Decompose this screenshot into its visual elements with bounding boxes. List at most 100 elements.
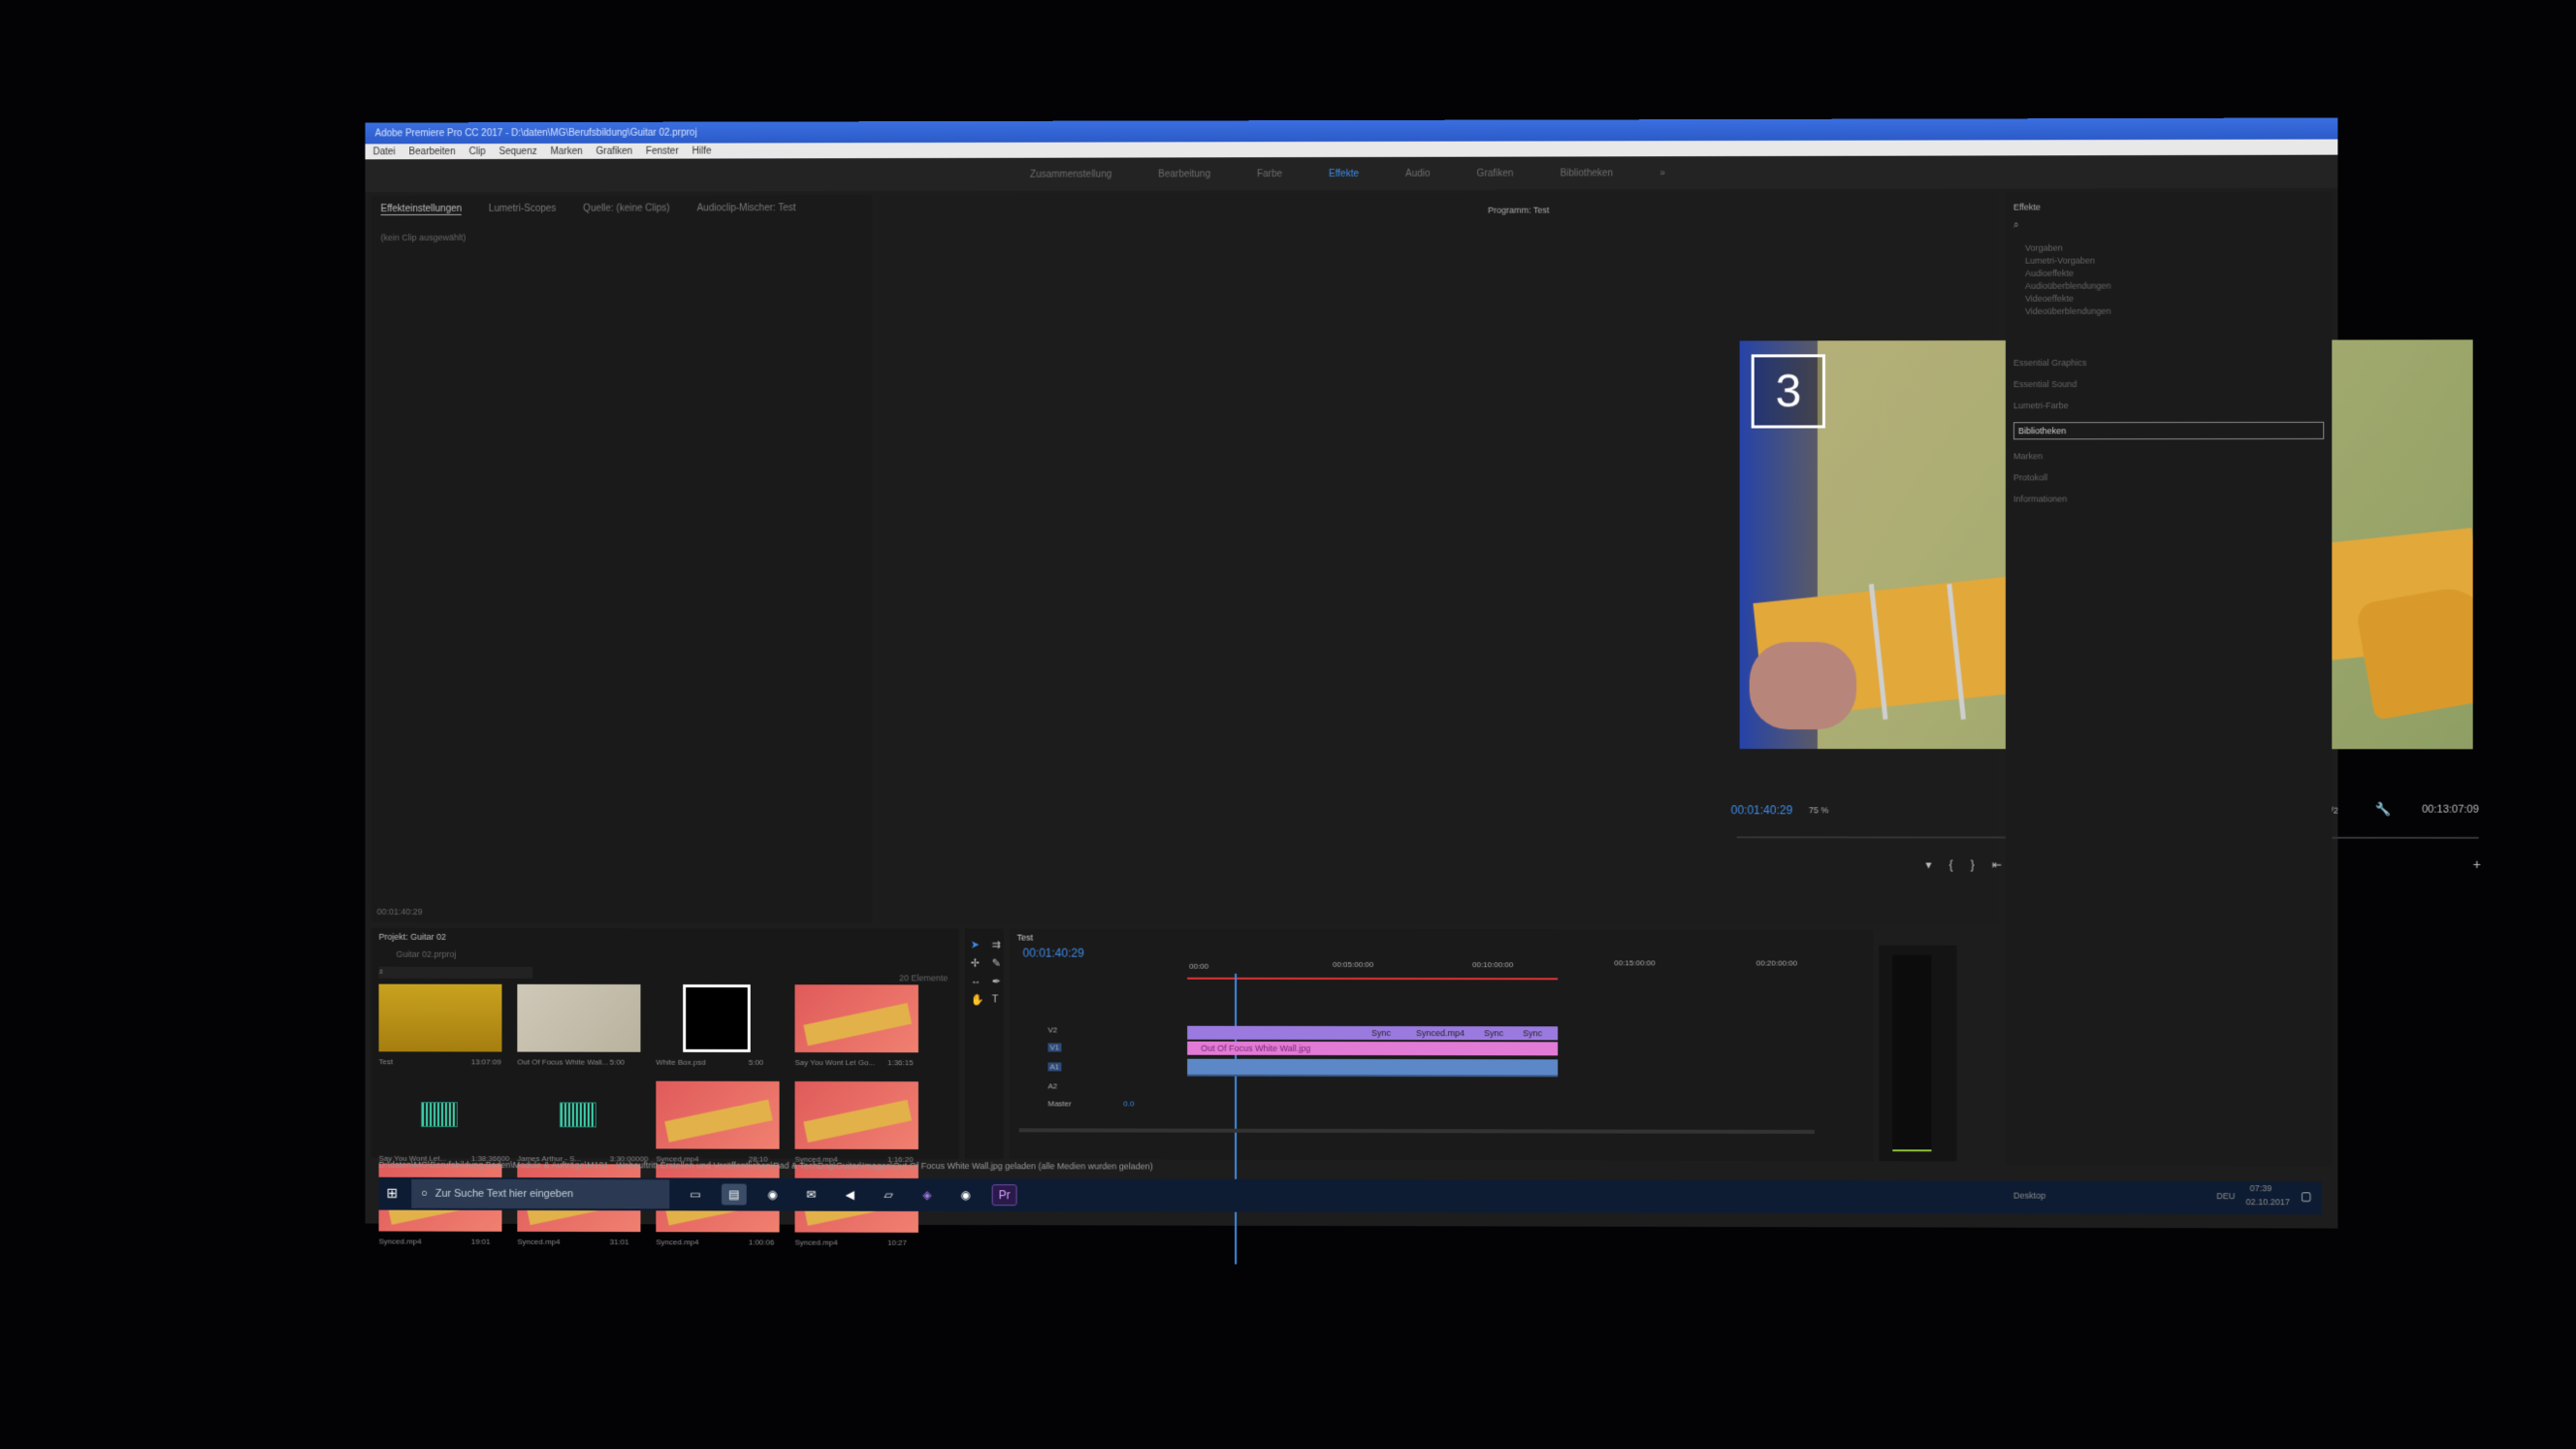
zoom-select[interactable]: 75 % bbox=[1809, 805, 1829, 815]
project-item-thumbnail[interactable] bbox=[656, 1081, 779, 1149]
project-item-thumbnail[interactable] bbox=[379, 984, 502, 1052]
workspace-zusammenstellung[interactable]: Zusammenstellung bbox=[1030, 169, 1111, 179]
media-icon[interactable]: ◀ bbox=[837, 1184, 862, 1206]
workspace-effekte[interactable]: Effekte bbox=[1329, 168, 1359, 178]
menu-sequenz[interactable]: Sequenz bbox=[499, 145, 536, 156]
timeline-clip-v1[interactable]: Out Of Focus White Wall.jpg bbox=[1187, 1042, 1558, 1056]
timeline-tab[interactable]: Test bbox=[1017, 933, 1033, 943]
menu-marken[interactable]: Marken bbox=[551, 145, 583, 156]
project-item-name: Synced.mp4 bbox=[379, 1237, 422, 1245]
chrome-2-icon[interactable]: ◉ bbox=[953, 1184, 979, 1206]
source-timecode: 00:01:40:29 bbox=[377, 907, 423, 917]
timeline-playhead[interactable] bbox=[1235, 974, 1237, 1265]
section-lumetri-farbe[interactable]: Lumetri-Farbe bbox=[2013, 401, 2324, 410]
search-placeholder: Zur Suche Text hier eingeben bbox=[435, 1188, 573, 1200]
tab-effekteinstellungen[interactable]: Effekteinstellungen bbox=[381, 204, 463, 215]
project-item-thumbnail[interactable] bbox=[683, 984, 751, 1052]
tree-item-audioueberblendungen[interactable]: Audioüberblendungen bbox=[2025, 281, 2111, 291]
timeline-timecode[interactable]: 00:01:40:29 bbox=[1023, 947, 1084, 960]
project-item-thumbnail[interactable] bbox=[517, 984, 640, 1052]
workspace-farbe[interactable]: Farbe bbox=[1257, 169, 1282, 179]
notification-icon[interactable]: ▢ bbox=[2301, 1189, 2311, 1203]
section-protokoll[interactable]: Protokoll bbox=[2013, 472, 2324, 482]
taskbar-time[interactable]: 07:39 bbox=[2250, 1183, 2272, 1193]
wrench-icon[interactable]: 🔧 bbox=[2375, 802, 2391, 818]
menu-bearbeiten[interactable]: Bearbeiten bbox=[409, 146, 456, 157]
menu-fenster[interactable]: Fenster bbox=[646, 145, 679, 156]
project-item-thumbnail[interactable] bbox=[795, 1081, 918, 1149]
project-search-input[interactable]: ⌕ bbox=[379, 967, 533, 979]
premiere-window: Adobe Premiere Pro CC 2017 - D:\daten\MG… bbox=[366, 117, 2338, 1228]
search-icon[interactable]: ⌕ bbox=[2013, 220, 2019, 231]
timeline-scrollbar[interactable] bbox=[1019, 1128, 1815, 1134]
tools-panel: ➤ ⇉ ✢ ✎ ↔ ✒ ✋ T bbox=[965, 929, 1004, 1160]
taskbar-desktop[interactable]: Desktop bbox=[2013, 1191, 2045, 1201]
project-item-thumbnail[interactable] bbox=[517, 1080, 640, 1148]
text-tool-icon[interactable]: T bbox=[992, 993, 1008, 1006]
guitar-headstock bbox=[2355, 583, 2473, 720]
program-timecode[interactable]: 00:01:40:29 bbox=[1731, 803, 1793, 817]
mail-icon[interactable]: ✉ bbox=[798, 1184, 823, 1206]
windows-start-icon[interactable]: ⊞ bbox=[386, 1185, 398, 1202]
menu-datei[interactable]: Datei bbox=[373, 146, 396, 157]
go-to-in-icon[interactable]: ⇤ bbox=[1992, 858, 2002, 872]
tab-quelle[interactable]: Quelle: (keine Clips) bbox=[583, 203, 669, 214]
visual-studio-icon[interactable]: ◈ bbox=[915, 1184, 940, 1206]
tree-item-lumetri-vorgaben[interactable]: Lumetri-Vorgaben bbox=[2025, 256, 2111, 266]
ripple-edit-icon[interactable]: ✢ bbox=[971, 957, 986, 970]
windows-taskbar: ⊞ ○ Zur Suche Text hier eingeben ▭ ▤ ◉ ✉… bbox=[379, 1177, 2323, 1215]
timeline-clip-v2[interactable]: Sync Synced.mp4 Sync Sync bbox=[1187, 1026, 1558, 1041]
workspace-grafiken[interactable]: Grafiken bbox=[1477, 168, 1514, 178]
track-a1[interactable]: A1 bbox=[1047, 1062, 1061, 1071]
tree-item-videoeffekte[interactable]: Videoeffekte bbox=[2025, 294, 2111, 304]
in-point-icon[interactable]: { bbox=[1949, 858, 1953, 872]
project-item-thumbnail[interactable] bbox=[795, 984, 918, 1052]
ruler-tick: 00:00 bbox=[1189, 962, 1208, 971]
taskbar-lang[interactable]: DEU bbox=[2216, 1191, 2235, 1201]
timeline-clip-a2[interactable] bbox=[1187, 1075, 1558, 1078]
track-a2[interactable]: A2 bbox=[1047, 1081, 1057, 1090]
timeline-clip-a1[interactable] bbox=[1187, 1059, 1558, 1076]
out-point-icon[interactable]: } bbox=[1971, 858, 1975, 872]
project-item-duration: 1:36:15 bbox=[887, 1058, 914, 1067]
taskbar-search[interactable]: ○ Zur Suche Text hier eingeben bbox=[411, 1179, 669, 1209]
project-item-thumbnail[interactable] bbox=[379, 1080, 502, 1148]
chrome-icon[interactable]: ◉ bbox=[760, 1184, 786, 1206]
premiere-icon[interactable]: Pr bbox=[992, 1184, 1017, 1206]
section-essential-sound[interactable]: Essential Sound bbox=[2013, 379, 2324, 389]
workspace-audio[interactable]: Audio bbox=[1405, 168, 1431, 178]
effects-sections: Essential Graphics Essential Sound Lumet… bbox=[2013, 358, 2324, 504]
workspace-bearbeitung[interactable]: Bearbeitung bbox=[1158, 169, 1210, 179]
track-select-icon[interactable]: ⇉ bbox=[992, 939, 1008, 951]
section-bibliotheken[interactable]: Bibliotheken bbox=[2013, 422, 2324, 439]
task-view-icon[interactable]: ▭ bbox=[683, 1183, 708, 1205]
track-master[interactable]: Master bbox=[1047, 1099, 1071, 1108]
section-marken[interactable]: Marken bbox=[2013, 451, 2324, 461]
section-informationen[interactable]: Informationen bbox=[2013, 494, 2324, 503]
menu-hilfe[interactable]: Hilfe bbox=[692, 145, 712, 156]
workspace-bibliotheken[interactable]: Bibliotheken bbox=[1561, 168, 1614, 178]
master-value[interactable]: 0.0 bbox=[1123, 1100, 1134, 1109]
ruler-tick: 00:10:00:00 bbox=[1472, 960, 1513, 969]
track-v2[interactable]: V2 bbox=[1047, 1026, 1057, 1035]
tree-item-audioeffekte[interactable]: Audioeffekte bbox=[2025, 269, 2111, 278]
workspace-more-button[interactable]: » bbox=[1659, 168, 1665, 178]
taskbar-date[interactable]: 02.10.2017 bbox=[2246, 1197, 2290, 1207]
track-v1[interactable]: V1 bbox=[1047, 1043, 1061, 1051]
notes-icon[interactable]: ▱ bbox=[876, 1184, 901, 1206]
slip-tool-icon[interactable]: ↔ bbox=[971, 975, 986, 987]
tree-item-vorgaben[interactable]: Vorgaben bbox=[2025, 242, 2111, 252]
explorer-icon[interactable]: ▤ bbox=[722, 1184, 747, 1206]
menu-clip[interactable]: Clip bbox=[468, 146, 485, 157]
hand-icon[interactable]: ✋ bbox=[971, 993, 986, 1006]
menu-grafiken[interactable]: Grafiken bbox=[596, 145, 633, 156]
add-button-icon[interactable]: + bbox=[2473, 856, 2481, 872]
section-essential-graphics[interactable]: Essential Graphics bbox=[2013, 358, 2324, 368]
pen-icon[interactable]: ✒ bbox=[992, 976, 1008, 988]
tab-lumetri-scopes[interactable]: Lumetri-Scopes bbox=[489, 204, 557, 215]
selection-tool-icon[interactable]: ➤ bbox=[971, 939, 986, 951]
marker-icon[interactable]: ▾ bbox=[1925, 857, 1931, 871]
tree-item-videoueberblendungen[interactable]: Videoüberblendungen bbox=[2025, 306, 2111, 316]
razor-icon[interactable]: ✎ bbox=[992, 957, 1008, 970]
tab-audioclip-mischer[interactable]: Audioclip-Mischer: Test bbox=[696, 203, 795, 214]
